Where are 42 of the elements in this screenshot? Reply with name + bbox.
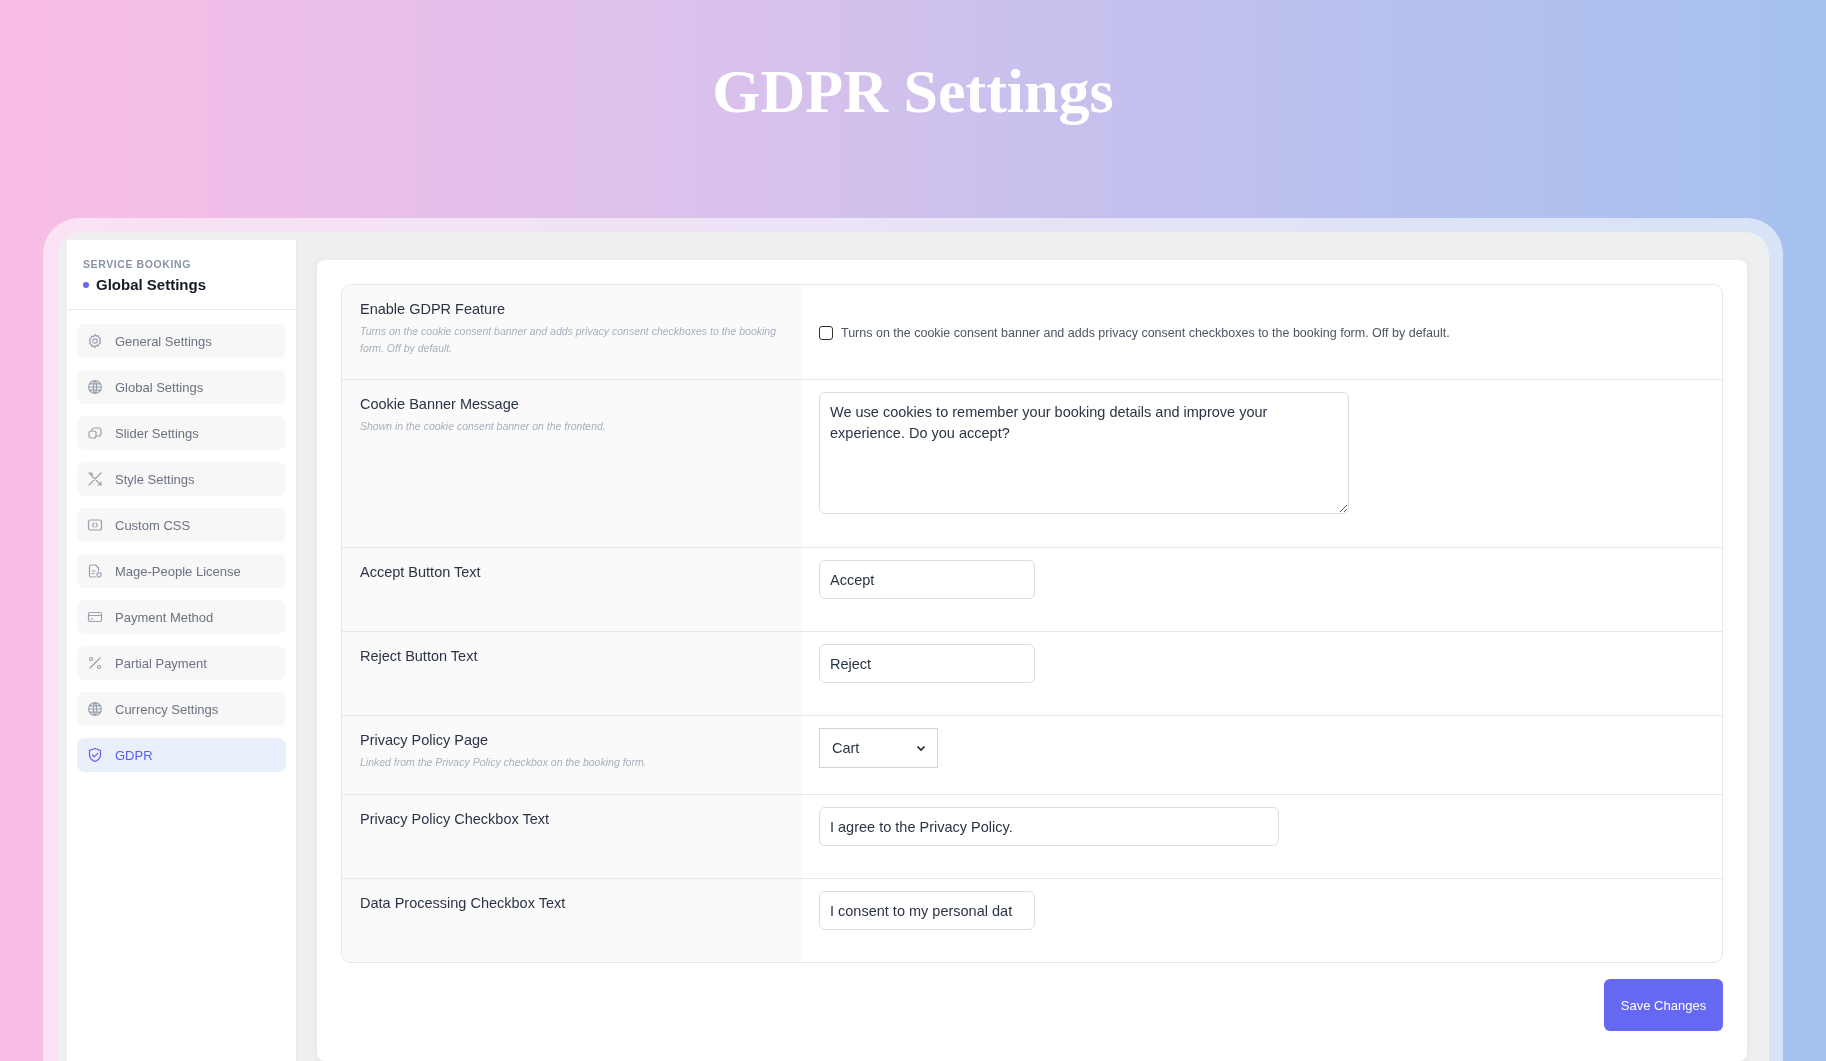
doc-icon <box>87 563 103 579</box>
sidebar-heading: Global Settings <box>96 276 206 293</box>
page-select[interactable]: Cart <box>819 728 938 768</box>
setting-label: Accept Button Text <box>360 564 482 580</box>
sidebar-item[interactable]: Mage-People License <box>77 554 286 588</box>
sidebar-item[interactable]: Global Settings <box>77 370 286 404</box>
checkbox-caption: Turns on the cookie consent banner and adds privacy consent checkboxes to the booking form. Off by default. <box>841 326 1450 340</box>
gear-icon <box>87 333 103 349</box>
sidebar-eyebrow: SERVICE BOOKING <box>83 258 192 270</box>
sidebar-item[interactable]: GDPR <box>77 738 286 772</box>
bullet-icon <box>83 281 89 288</box>
card-icon <box>87 609 103 625</box>
setting-label: Cookie Banner Message <box>360 396 520 412</box>
text-input[interactable]: I consent to my personal dat <box>819 891 1035 930</box>
setting-label: Enable GDPR Feature <box>360 301 507 317</box>
sidebar-item[interactable]: Custom CSS <box>77 508 286 542</box>
sidebar-item[interactable]: Slider Settings <box>77 416 286 450</box>
sidebar-item[interactable]: Style Settings <box>77 462 286 496</box>
checkbox[interactable] <box>819 326 833 340</box>
page-title: GDPR Settings <box>712 56 1114 127</box>
setting-label: Reject Button Text <box>360 648 479 664</box>
text-input[interactable]: Accept <box>819 560 1035 599</box>
message-textarea[interactable]: We use cookies to remember your booking details and improve your experience. Do you accept? <box>819 392 1349 514</box>
globe-icon <box>87 701 103 717</box>
setting-label: Privacy Policy Page <box>360 732 490 748</box>
layers-icon <box>87 425 103 441</box>
shield-icon <box>87 747 103 763</box>
code-icon <box>87 517 103 533</box>
setting-label: Data Processing Checkbox Text <box>360 895 567 911</box>
sidebar-item[interactable]: Currency Settings <box>77 692 286 726</box>
sidebar-item[interactable]: Payment Method <box>77 600 286 634</box>
setting-description: Linked from the Privacy Policy checkbox on the booking form. <box>360 755 648 770</box>
text-input[interactable]: I agree to the Privacy Policy. <box>819 807 1279 846</box>
setting-description: Shown in the cookie consent banner on the frontend. <box>360 419 607 434</box>
sidebar-item[interactable]: Partial Payment <box>77 646 286 680</box>
setting-label: Privacy Policy Checkbox Text <box>360 811 551 827</box>
sidebar-item[interactable]: General Settings <box>77 324 286 358</box>
globe-icon <box>87 379 103 395</box>
setting-description: Turns on the cookie consent banner and adds privacy consent checkboxes to the booking form. Off by default. <box>360 324 777 356</box>
text-input[interactable]: Reject <box>819 644 1035 683</box>
save-button[interactable]: Save Changes <box>1604 979 1723 1031</box>
percent-icon <box>87 655 103 671</box>
